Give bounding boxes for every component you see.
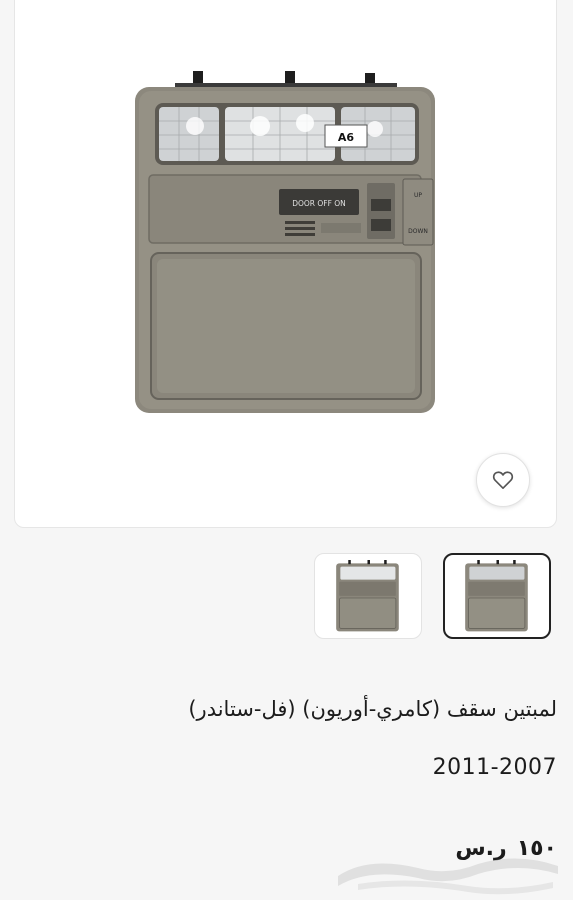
thumbnail-2-image: [336, 560, 399, 632]
door-switch-label: DOOR OFF ON: [292, 199, 346, 208]
heart-icon: [492, 471, 514, 489]
thumbnail-1[interactable]: [443, 553, 551, 639]
up-label: UP: [414, 192, 422, 199]
haraj-watermark-logo: [338, 858, 558, 895]
product-image-card: A6 DOOR OFF ON UP DOWN: [14, 0, 557, 528]
part-code-label: A6: [338, 131, 355, 144]
favorite-button[interactable]: [476, 453, 530, 507]
product-years: 2011-2007: [432, 755, 557, 780]
product-title: لمبتين سقف (كامري-أوريون) (فل-ستاندر): [188, 697, 557, 721]
down-label: DOWN: [408, 228, 428, 235]
product-page: A6 DOOR OFF ON UP DOWN لمبتين سقف (كامري…: [0, 0, 573, 900]
thumbnail-2[interactable]: [314, 553, 422, 639]
product-main-image[interactable]: A6 DOOR OFF ON UP DOWN: [135, 71, 440, 416]
thumbnail-1-image: [465, 560, 528, 632]
